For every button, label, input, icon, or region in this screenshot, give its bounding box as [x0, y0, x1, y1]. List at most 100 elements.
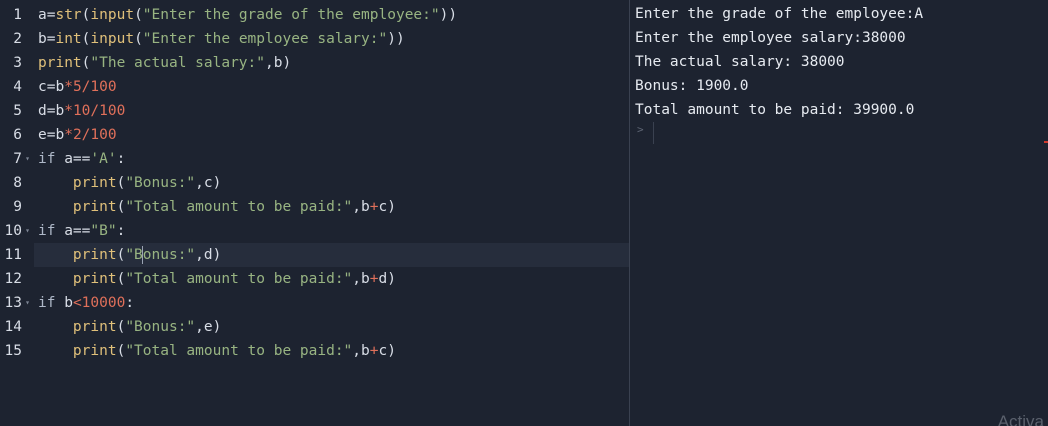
code-token: a=: [38, 7, 56, 23]
code-token: *: [64, 127, 73, 143]
code-token: input: [90, 7, 135, 23]
code-token: (: [116, 319, 126, 335]
code-line[interactable]: b=int(input("Enter the employee salary:"…: [34, 27, 629, 51]
console-input-cursor[interactable]: [653, 122, 654, 144]
console-output-line: Enter the employee salary:38000: [635, 30, 906, 46]
code-token: int: [55, 31, 82, 47]
line-number: 14: [4, 319, 22, 335]
code-token: b=: [38, 31, 56, 47]
code-line[interactable]: print("Bonus:",e): [34, 315, 629, 339]
code-line-active[interactable]: print("Bonus:",d): [34, 243, 629, 267]
code-token: :: [116, 151, 126, 167]
line-number: 8: [13, 175, 22, 191]
code-token: )): [387, 31, 405, 47]
line-number: 15: [4, 343, 22, 359]
code-token: print: [72, 175, 117, 191]
code-token: (: [116, 343, 126, 359]
code-token: *: [64, 79, 73, 95]
code-line[interactable]: if b<10000:: [34, 291, 629, 315]
code-line[interactable]: print("Total amount to be paid:",b+d): [34, 267, 629, 291]
code-token: str: [55, 7, 82, 23]
code-token: if: [38, 295, 56, 311]
code-token: "Bonus:": [125, 175, 196, 191]
code-token: c): [378, 343, 396, 359]
console-output-pane[interactable]: Enter the grade of the employee:A Enter …: [630, 0, 1048, 426]
code-token: "The actual salary:": [90, 55, 265, 71]
code-token: a==: [55, 151, 91, 167]
code-token: a==: [55, 223, 91, 239]
code-token: "Enter the employee salary:": [142, 31, 388, 47]
code-token: +: [369, 271, 379, 287]
code-token: b: [55, 295, 73, 311]
code-token: (: [116, 247, 126, 263]
line-number-gutter: 1 2 3 4 5 6 7 ▾ 8 9 10 ▾ 11 12 13 ▾ 14 1…: [0, 0, 34, 426]
code-line[interactable]: print("Total amount to be paid:",b+c): [34, 339, 629, 363]
code-line[interactable]: print("Total amount to be paid:",b+c): [34, 195, 629, 219]
code-line[interactable]: d=b*10/100: [34, 99, 629, 123]
code-token: print: [72, 247, 117, 263]
code-token: "Total amount to be paid:": [125, 343, 353, 359]
code-token: (: [116, 199, 126, 215]
code-editor[interactable]: 1 2 3 4 5 6 7 ▾ 8 9 10 ▾ 11 12 13 ▾ 14 1…: [0, 0, 630, 426]
line-number: 3: [13, 55, 22, 71]
code-token: +: [369, 343, 379, 359]
code-token: <: [72, 295, 82, 311]
fold-arrow-icon[interactable]: ▾: [23, 291, 32, 315]
code-token: ,e): [195, 319, 222, 335]
code-token: "B": [90, 223, 117, 239]
line-number: 10: [4, 223, 22, 239]
code-token: *: [64, 103, 73, 119]
code-token: :: [125, 295, 135, 311]
code-token: "Bonus:": [125, 319, 196, 335]
code-token: :: [116, 223, 126, 239]
line-number: 1: [13, 7, 22, 23]
code-text-area[interactable]: a=str(input("Enter the grade of the empl…: [34, 0, 629, 426]
code-token: 'A': [90, 151, 117, 167]
code-line[interactable]: c=b*5/100: [34, 75, 629, 99]
code-token: if: [38, 151, 56, 167]
line-number: 5: [13, 103, 22, 119]
code-line[interactable]: if a=='A':: [34, 147, 629, 171]
line-number: 6: [13, 127, 22, 143]
code-token: 10000: [81, 295, 126, 311]
code-token: d): [378, 271, 396, 287]
line-number: 7: [13, 151, 22, 167]
code-line[interactable]: print("Bonus:",c): [34, 171, 629, 195]
code-line[interactable]: e=b*2/100: [34, 123, 629, 147]
code-token: (: [116, 175, 126, 191]
code-token: c=b: [38, 79, 65, 95]
code-token: 2/100: [72, 127, 117, 143]
code-token: +: [369, 199, 379, 215]
code-token: )): [439, 7, 458, 23]
app-root: 1 2 3 4 5 6 7 ▾ 8 9 10 ▾ 11 12 13 ▾ 14 1…: [0, 0, 1048, 426]
line-number: 9: [13, 199, 22, 215]
code-token: print: [72, 343, 117, 359]
code-token: (: [134, 7, 143, 23]
code-line[interactable]: if a=="B":: [34, 219, 629, 243]
code-token: ,d): [195, 247, 222, 263]
code-token: 5/100: [72, 79, 117, 95]
code-token: ,c): [195, 175, 222, 191]
console-output-line: Bonus: 1900.0: [635, 78, 749, 94]
fold-arrow-icon[interactable]: ▾: [23, 147, 32, 171]
code-line[interactable]: print("The actual salary:",b): [34, 51, 629, 75]
line-number: 2: [13, 31, 22, 47]
code-token: ,b: [352, 343, 370, 359]
code-token: "Total amount to be paid:": [125, 271, 353, 287]
line-number: 12: [4, 271, 22, 287]
code-token: d=b: [38, 103, 65, 119]
fold-arrow-icon[interactable]: ▾: [23, 219, 32, 243]
code-token: ,b: [352, 271, 370, 287]
code-line[interactable]: a=str(input("Enter the grade of the empl…: [34, 3, 629, 27]
console-output-line: Enter the grade of the employee:A: [635, 6, 924, 22]
line-number: 4: [13, 79, 22, 95]
code-token: ,b): [265, 55, 292, 71]
console-output-line: Total amount to be paid: 39900.0: [635, 102, 915, 118]
code-token: input: [90, 31, 135, 47]
code-token: "B: [125, 247, 143, 263]
code-token: e=b: [38, 127, 65, 143]
resize-marker: [1044, 141, 1048, 143]
code-token: "Total amount to be paid:": [125, 199, 353, 215]
activation-watermark: Activa: [997, 412, 1044, 426]
code-token: (: [134, 31, 143, 47]
